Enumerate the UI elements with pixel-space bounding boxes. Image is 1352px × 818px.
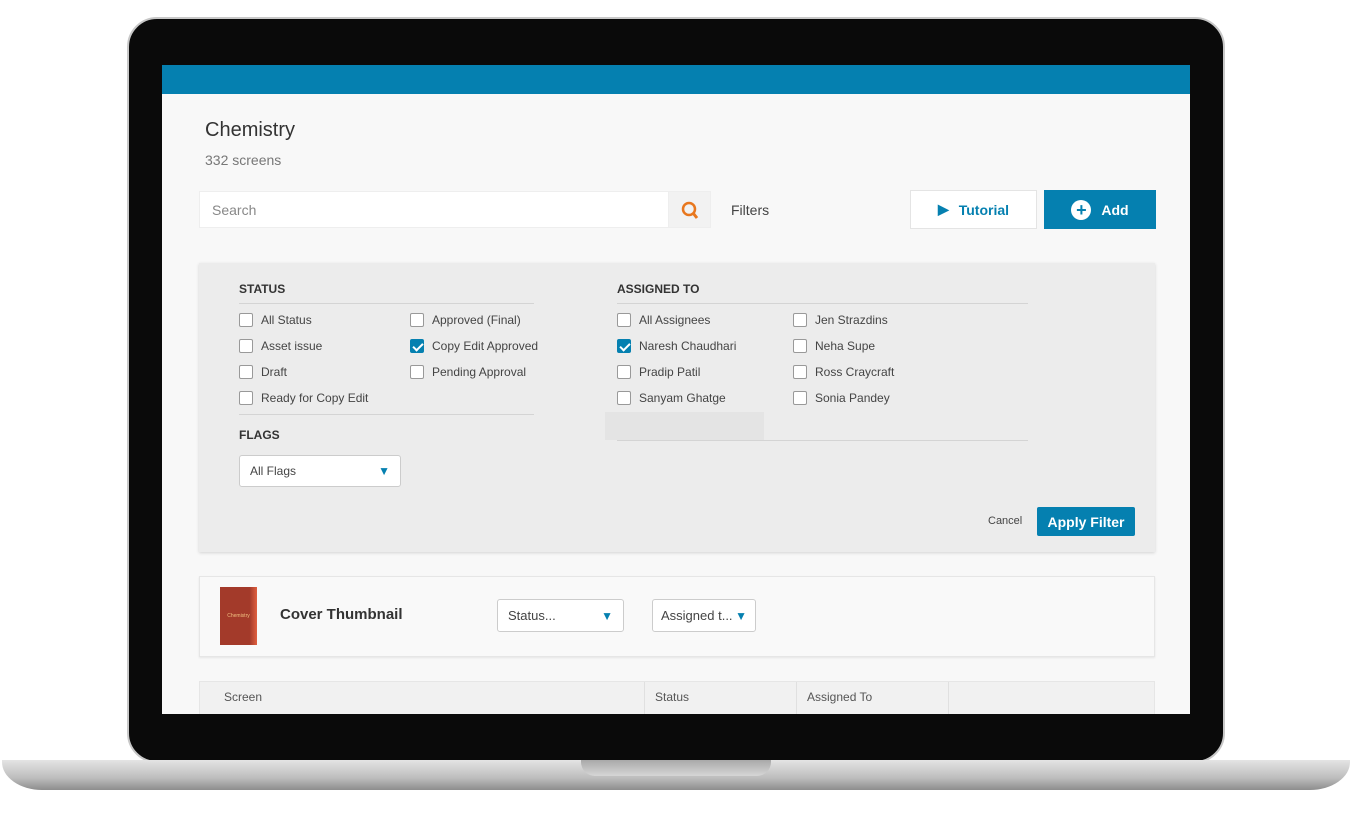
status-checkbox[interactable]: All Status (239, 313, 312, 327)
cover-title: Cover Thumbnail (280, 606, 403, 623)
plus-circle-icon: + (1071, 199, 1092, 220)
tutorial-label: Tutorial (958, 201, 1010, 218)
checkbox-label: Pending Approval (432, 365, 527, 379)
app-screen: Chemistry 332 screens Search Filters ▶ Tu… (162, 65, 1190, 714)
checkbox[interactable] (793, 313, 807, 327)
status-checkbox[interactable]: Asset issue (239, 339, 322, 353)
status-heading: STATUS (239, 282, 286, 296)
cancel-button[interactable]: Cancel (988, 515, 1022, 527)
checkbox-label: Ross Craycraft (815, 365, 895, 379)
search-input[interactable]: Search (199, 191, 669, 228)
checkbox-label: Neha Supe (815, 339, 876, 353)
divider (796, 682, 797, 714)
divider (644, 682, 645, 714)
checkbox[interactable] (239, 391, 253, 405)
checkbox-label: Approved (Final) (432, 313, 521, 327)
assigned-dropdown[interactable]: Assigned t... ▼ (652, 599, 756, 632)
top-bar (162, 65, 1190, 94)
apply-filter-button[interactable]: Apply Filter (1037, 507, 1135, 536)
checkbox[interactable] (239, 339, 253, 353)
checkbox[interactable] (410, 365, 424, 379)
checkbox[interactable] (617, 365, 631, 379)
search-icon (681, 201, 699, 219)
flags-heading: FLAGS (239, 428, 280, 442)
checkbox-checked[interactable] (617, 339, 631, 353)
chevron-down-icon: ▼ (378, 464, 390, 478)
status-checkbox[interactable]: Ready for Copy Edit (239, 391, 368, 405)
checkbox-label: All Assignees (639, 313, 711, 327)
status-dropdown[interactable]: Status... ▼ (497, 599, 624, 632)
checkbox-label: Naresh Chaudhari (639, 339, 737, 353)
checkbox-checked[interactable] (410, 339, 424, 353)
divider (239, 414, 534, 415)
assignee-checkbox[interactable]: Sonia Pandey (793, 391, 890, 405)
checkbox-label: Draft (261, 365, 288, 379)
column-assigned-to[interactable]: Assigned To (807, 690, 872, 704)
status-checkbox[interactable]: Draft (239, 365, 287, 379)
assignee-checkbox[interactable]: Naresh Chaudhari (617, 339, 736, 353)
checkbox[interactable] (793, 391, 807, 405)
status-checkbox[interactable]: Pending Approval (410, 365, 526, 379)
screen-count: 332 screens (205, 152, 282, 168)
checkbox-label: Copy Edit Approved (432, 339, 539, 353)
status-value: Status... (508, 608, 556, 623)
checkbox[interactable] (617, 391, 631, 405)
column-screen[interactable]: Screen (224, 690, 262, 704)
column-status[interactable]: Status (655, 690, 689, 704)
filters-toggle[interactable]: Filters (731, 202, 769, 218)
checkbox-label: Ready for Copy Edit (261, 391, 369, 405)
search-button[interactable] (668, 191, 711, 228)
checkbox[interactable] (617, 313, 631, 327)
checkbox-label: All Status (261, 313, 312, 327)
add-label: Add (1101, 201, 1129, 218)
assignee-checkbox[interactable]: All Assignees (617, 313, 710, 327)
hover-highlight (605, 412, 764, 440)
checkbox-label: Sanyam Ghatge (639, 391, 726, 405)
assigned-heading: ASSIGNED TO (617, 282, 700, 296)
divider (617, 303, 1028, 304)
assigned-value: Assigned t... (661, 608, 733, 623)
divider (239, 303, 534, 304)
checkbox[interactable] (410, 313, 424, 327)
checkbox-label: Sonia Pandey (815, 391, 890, 405)
checkbox[interactable] (793, 339, 807, 353)
checkbox[interactable] (239, 365, 253, 379)
assignee-checkbox[interactable]: Neha Supe (793, 339, 875, 353)
chevron-down-icon: ▼ (601, 608, 613, 623)
checkbox-label: Jen Strazdins (815, 313, 888, 327)
cover-card: Chemistry Cover Thumbnail Status... ▼ Ass… (199, 576, 1155, 657)
checkbox-label: Asset issue (261, 339, 323, 353)
play-icon: ▶ (937, 201, 949, 217)
divider (617, 440, 1028, 441)
assignee-checkbox[interactable]: Sanyam Ghatge (617, 391, 726, 405)
status-checkbox[interactable]: Approved (Final) (410, 313, 521, 327)
checkbox[interactable] (793, 365, 807, 379)
screens-table-header: Screen Status Assigned To (199, 681, 1155, 714)
assignee-checkbox[interactable]: Ross Craycraft (793, 365, 894, 379)
assignee-checkbox[interactable]: Pradip Patil (617, 365, 700, 379)
flags-dropdown[interactable]: All Flags ▼ (239, 455, 401, 487)
checkbox-label: Pradip Patil (639, 365, 701, 379)
assignee-checkbox[interactable]: Jen Strazdins (793, 313, 888, 327)
flags-value: All Flags (250, 464, 297, 478)
add-button[interactable]: + Add (1044, 190, 1156, 229)
laptop-notch (581, 760, 771, 776)
status-checkbox[interactable]: Copy Edit Approved (410, 339, 538, 353)
cover-thumbnail-image[interactable]: Chemistry (220, 587, 257, 645)
page-title: Chemistry (205, 119, 296, 141)
checkbox[interactable] (239, 313, 253, 327)
filter-panel: STATUS All Status Asset issue Draft Read… (199, 263, 1155, 552)
chevron-down-icon: ▼ (735, 608, 747, 623)
tutorial-button[interactable]: ▶ Tutorial (910, 190, 1037, 229)
divider (948, 682, 949, 714)
